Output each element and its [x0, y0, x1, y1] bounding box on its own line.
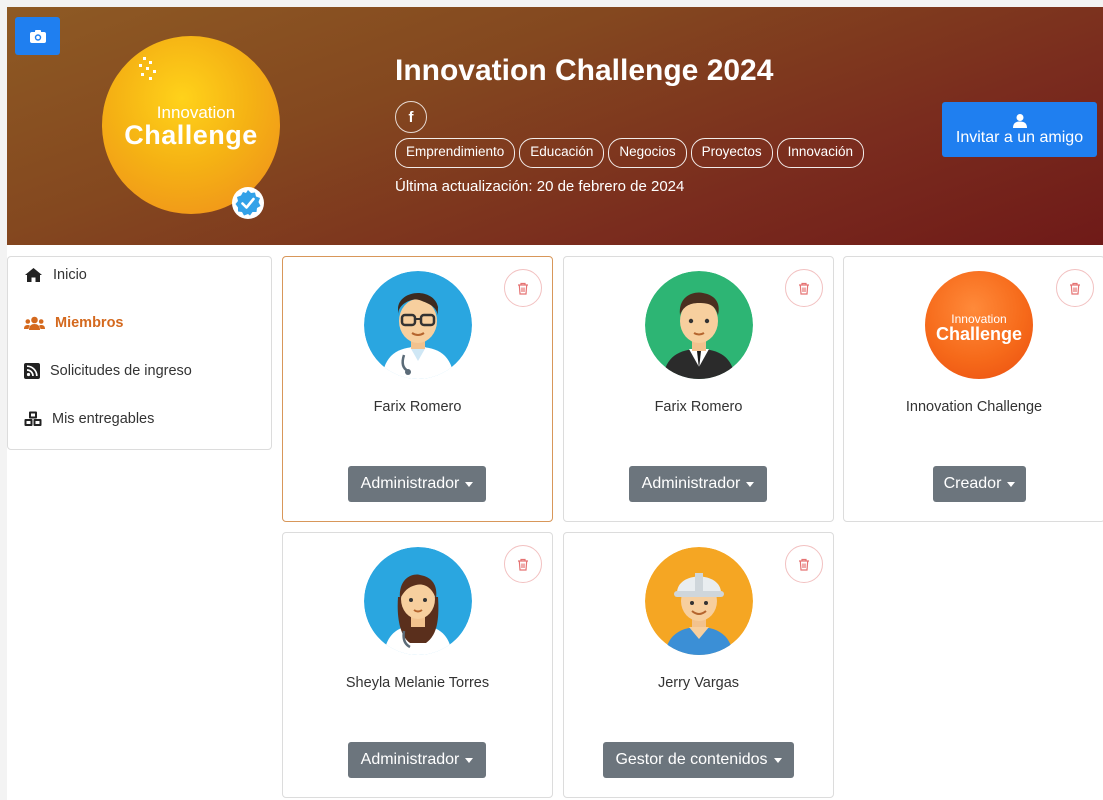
- users-icon: [24, 316, 45, 330]
- delete-member-button[interactable]: [785, 269, 823, 307]
- home-icon: [25, 268, 42, 282]
- caret-down-icon: [746, 481, 755, 487]
- worker-helmet-avatar: [645, 547, 753, 655]
- verified-icon: [235, 190, 261, 216]
- man-glasses-avatar: [364, 271, 472, 379]
- role-label: Administrador: [360, 475, 460, 492]
- group-banner: Innovation Challenge Innovation Challeng…: [7, 7, 1103, 245]
- delete-member-button[interactable]: [1056, 269, 1094, 307]
- sidebar-item-label: Miembros: [55, 315, 124, 331]
- trash-icon: [1070, 282, 1080, 295]
- role-dropdown[interactable]: Creador: [933, 466, 1026, 502]
- role-dropdown[interactable]: Gestor de contenidos: [603, 742, 794, 778]
- role-label: Administrador: [641, 475, 741, 492]
- sidebar-item-label: Mis entregables: [52, 411, 155, 427]
- sidebar-item-miembros[interactable]: Miembros: [24, 315, 124, 331]
- caret-down-icon: [773, 757, 782, 763]
- add-user-icon: [1012, 113, 1027, 128]
- delete-member-button[interactable]: [504, 269, 542, 307]
- verified-badge: [232, 187, 264, 219]
- member-name: Jerry Vargas: [657, 675, 740, 691]
- page: Innovation Challenge Innovation Challeng…: [7, 7, 1103, 800]
- member-card[interactable]: Jerry Vargas Gestor de contenidos: [563, 532, 834, 798]
- facebook-link[interactable]: f: [395, 101, 427, 133]
- delete-member-button[interactable]: [504, 545, 542, 583]
- invite-friend-button[interactable]: Invitar a un amigo: [942, 102, 1097, 157]
- sidebar-nav: Inicio Miembros Solicitudes de ingreso M…: [7, 256, 272, 450]
- facebook-icon: f: [408, 108, 414, 126]
- sidebar-item-label: Solicitudes de ingreso: [50, 363, 192, 379]
- cubes-icon: [24, 411, 42, 426]
- man-suit-avatar: [645, 271, 753, 379]
- logo-text-line2: Challenge: [124, 120, 258, 150]
- member-name: Farix Romero: [373, 399, 462, 415]
- camera-icon: [29, 29, 46, 43]
- member-card[interactable]: Farix Romero Administrador: [282, 256, 553, 522]
- member-name: Farix Romero: [654, 399, 743, 415]
- last-updated: Última actualización: 20 de febrero de 2…: [395, 178, 685, 195]
- caret-down-icon: [1007, 481, 1016, 487]
- trash-icon: [518, 558, 528, 571]
- member-name: Innovation Challenge: [905, 399, 1043, 415]
- sidebar-item-inicio[interactable]: Inicio: [24, 267, 87, 283]
- sidebar-item-label: Inicio: [53, 267, 87, 283]
- tag-proyectos[interactable]: Proyectos: [690, 138, 773, 168]
- sidebar-item-entregables[interactable]: Mis entregables: [24, 411, 154, 427]
- rss-icon: [24, 363, 40, 379]
- sidebar-item-solicitudes[interactable]: Solicitudes de ingreso: [24, 363, 192, 379]
- tag-emprendimiento[interactable]: Emprendimiento: [395, 138, 516, 168]
- tag-negocios[interactable]: Negocios: [608, 138, 687, 168]
- sparkle-dots-icon: [139, 57, 156, 80]
- member-card[interactable]: Sheyla Melanie Torres Administrador: [282, 532, 553, 798]
- tag-innovacion[interactable]: Innovación: [776, 138, 864, 168]
- trash-icon: [799, 282, 809, 295]
- tag-educacion[interactable]: Educación: [519, 138, 605, 168]
- role-label: Gestor de contenidos: [615, 751, 768, 768]
- logo-text-line2: Challenge: [935, 323, 1023, 344]
- member-card[interactable]: Innovation Challenge Innovation Challeng…: [843, 256, 1103, 522]
- delete-member-button[interactable]: [785, 545, 823, 583]
- member-card[interactable]: Farix Romero Administrador: [563, 256, 834, 522]
- trash-icon: [518, 282, 528, 295]
- role-label: Administrador: [360, 751, 460, 768]
- trash-icon: [799, 558, 809, 571]
- role-dropdown[interactable]: Administrador: [629, 466, 767, 502]
- role-dropdown[interactable]: Administrador: [348, 466, 486, 502]
- change-cover-button[interactable]: [15, 17, 60, 55]
- caret-down-icon: [465, 481, 474, 487]
- member-name: Sheyla Melanie Torres: [345, 675, 490, 691]
- invite-friend-label: Invitar a un amigo: [955, 128, 1084, 146]
- role-dropdown[interactable]: Administrador: [348, 742, 486, 778]
- caret-down-icon: [465, 757, 474, 763]
- woman-doctor-avatar: [364, 547, 472, 655]
- innovation-challenge-logo: Innovation Challenge: [925, 271, 1033, 379]
- group-title: Innovation Challenge 2024: [395, 54, 774, 87]
- role-label: Creador: [943, 475, 1002, 492]
- tag-list: Emprendimiento Educación Negocios Proyec…: [395, 138, 864, 168]
